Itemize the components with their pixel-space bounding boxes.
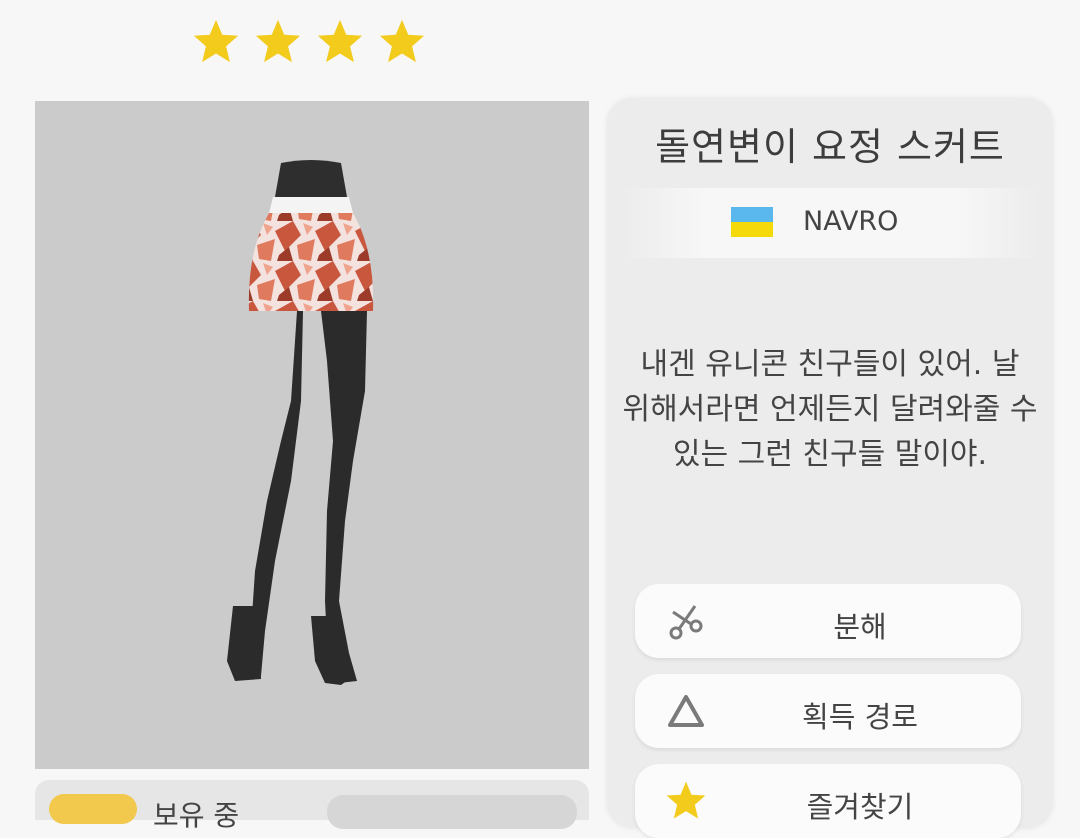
description-line: 있는 그런 친구들 말이야. xyxy=(672,437,988,472)
star-icon xyxy=(317,19,363,63)
rating-stars xyxy=(192,18,426,66)
acquire-path-button[interactable]: 획득 경로 xyxy=(635,674,1021,748)
brand-row: NAVRO xyxy=(621,188,1039,258)
item-description: 내겐 유니콘 친구들이 있어. 날 위해서라면 언제든지 달려와줄 수 있는 그… xyxy=(617,342,1043,477)
owned-badge xyxy=(49,794,137,824)
star-icon xyxy=(379,19,425,63)
favorite-button[interactable]: 즐겨찾기 xyxy=(635,764,1021,838)
star-icon xyxy=(193,19,239,63)
quantity-box xyxy=(327,795,577,829)
owned-status-bar: 보유 중 xyxy=(35,780,589,832)
ukraine-flag-icon xyxy=(731,207,773,237)
decompose-label: 분해 xyxy=(833,610,887,644)
decompose-button[interactable]: 분해 xyxy=(635,584,1021,658)
owned-label: 보유 중 xyxy=(153,799,240,832)
item-info-panel: 돌연변이 요정 스커트 NAVRO 내겐 유니콘 친구들이 있어. 날 위해서라… xyxy=(607,98,1053,838)
item-title: 돌연변이 요정 스커트 xyxy=(655,125,1005,169)
star-icon xyxy=(255,19,301,63)
favorite-label: 즐겨찾기 xyxy=(806,790,914,824)
skirt-mannequin-image xyxy=(227,160,374,685)
description-line: 내겐 유니콘 친구들이 있어. 날 xyxy=(640,347,1020,382)
item-preview xyxy=(35,101,589,769)
brand-name: NAVRO xyxy=(803,206,899,237)
acquire-path-label: 획득 경로 xyxy=(802,700,918,734)
description-line: 위해서라면 언제든지 달려와줄 수 xyxy=(622,392,1038,427)
